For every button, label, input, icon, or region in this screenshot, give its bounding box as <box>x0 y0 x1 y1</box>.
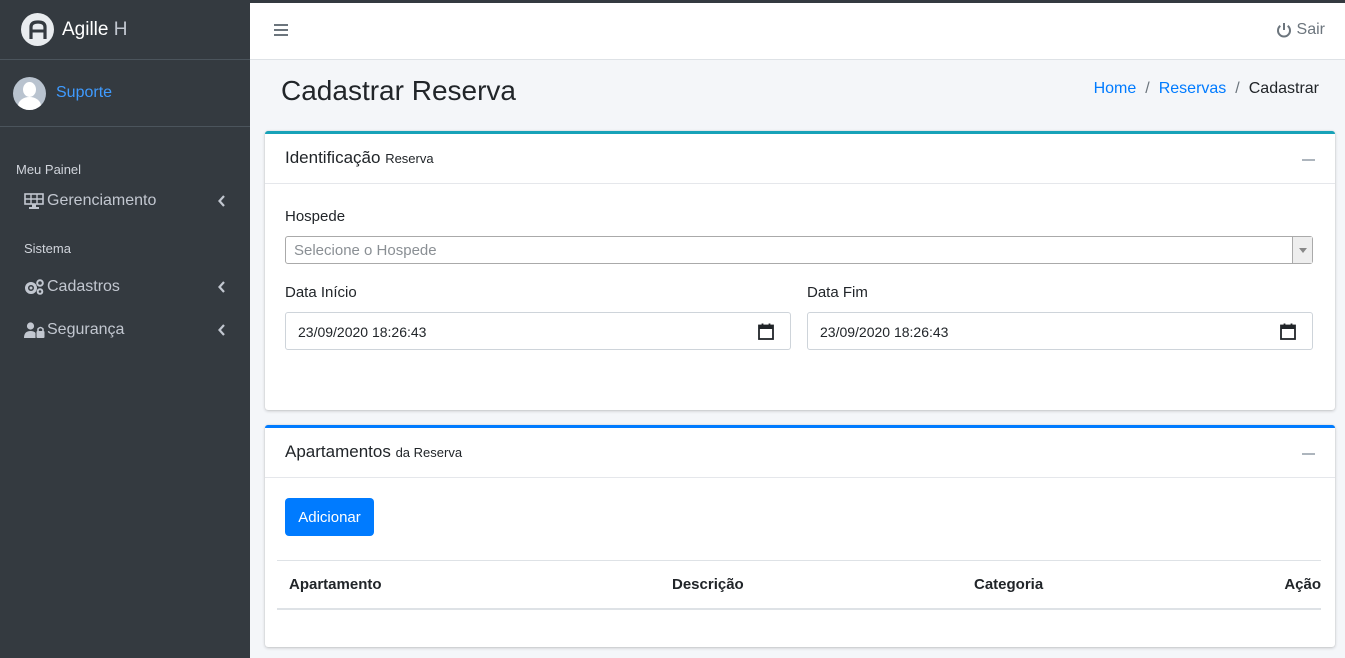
dropdown-arrow-icon <box>1292 237 1312 263</box>
data-inicio-value: 23/09/2020 18:26:43 <box>298 324 427 340</box>
collapse-minus-icon[interactable] <box>1302 159 1315 161</box>
data-inicio-label: Data Início <box>285 284 357 301</box>
sidebar-item-cadastros[interactable]: Cadastros <box>0 267 250 307</box>
brand-logo-icon <box>21 13 54 46</box>
user-name-link[interactable]: Suporte <box>56 84 112 102</box>
chevron-left-icon <box>218 194 226 212</box>
breadcrumb: Home / Reservas / Cadastrar <box>1094 80 1319 98</box>
nav-header-panel: Meu Painel <box>16 162 82 177</box>
calendar-icon[interactable] <box>758 323 774 345</box>
card-header: Identificação Reserva <box>265 134 1335 184</box>
cogs-icon <box>24 278 46 296</box>
sidebar-item-label: Segurança <box>47 321 125 338</box>
collapse-minus-icon[interactable] <box>1302 453 1315 455</box>
breadcrumb-separator: / <box>1145 80 1150 97</box>
data-fim-label: Data Fim <box>807 284 868 301</box>
breadcrumb-separator: / <box>1235 80 1240 97</box>
apartments-table: Apartamento Descrição Categoria Ação <box>277 560 1321 610</box>
page-title: Cadastrar Reserva <box>281 75 516 106</box>
hospede-label: Hospede <box>285 208 346 225</box>
logout-button[interactable]: Sair <box>1276 21 1325 39</box>
chevron-left-icon <box>218 280 226 298</box>
card-header: Apartamentos da Reserva <box>265 428 1335 478</box>
calendar-icon[interactable] <box>1280 323 1296 345</box>
breadcrumb-current: Cadastrar <box>1248 80 1319 97</box>
chevron-left-icon <box>218 323 226 341</box>
breadcrumb-home-link[interactable]: Home <box>1094 80 1137 98</box>
sidebar: Agille H Suporte Meu Painel Gerenciament… <box>0 0 250 658</box>
nav-header-system: Sistema <box>24 241 71 256</box>
avatar <box>13 76 46 110</box>
column-header-acao[interactable]: Ação <box>1284 576 1321 593</box>
data-fim-input[interactable]: 23/09/2020 18:26:43 <box>807 312 1313 350</box>
solar-panel-icon <box>24 192 46 210</box>
card-title: Identificação Reserva <box>285 148 434 167</box>
brand-link[interactable]: Agille H <box>0 0 250 60</box>
brand-text: Agille H <box>62 18 128 40</box>
data-fim-value: 23/09/2020 18:26:43 <box>820 324 949 340</box>
breadcrumb-reservas-link[interactable]: Reservas <box>1159 80 1227 98</box>
user-panel: Suporte <box>0 60 250 127</box>
card-title: Apartamentos da Reserva <box>285 442 463 461</box>
data-inicio-input[interactable]: 23/09/2020 18:26:43 <box>285 312 791 350</box>
sidebar-item-gerenciamento[interactable]: Gerenciamento <box>0 181 250 221</box>
hospede-placeholder: Selecione o Hospede <box>294 242 437 259</box>
column-header-apartamento[interactable]: Apartamento <box>289 576 382 593</box>
top-navbar: Sair <box>250 3 1345 60</box>
user-lock-icon <box>24 321 46 339</box>
column-header-categoria[interactable]: Categoria <box>974 576 1043 593</box>
add-apartment-button[interactable]: Adicionar <box>285 498 374 536</box>
sidebar-item-label: Cadastros <box>47 278 120 295</box>
table-header: Apartamento Descrição Categoria Ação <box>277 560 1321 610</box>
power-icon <box>1276 23 1291 38</box>
identificacao-card: Identificação Reserva Hospede Selecione … <box>265 131 1335 410</box>
menu-toggle-icon[interactable] <box>274 24 288 38</box>
sidebar-item-seguranca[interactable]: Segurança <box>0 310 250 350</box>
sidebar-item-label: Gerenciamento <box>47 192 157 209</box>
column-header-descricao[interactable]: Descrição <box>672 576 744 593</box>
apartamentos-card: Apartamentos da Reserva Adicionar Aparta… <box>265 425 1335 647</box>
hospede-select[interactable]: Selecione o Hospede <box>285 236 1313 264</box>
logout-label: Sair <box>1296 21 1325 38</box>
